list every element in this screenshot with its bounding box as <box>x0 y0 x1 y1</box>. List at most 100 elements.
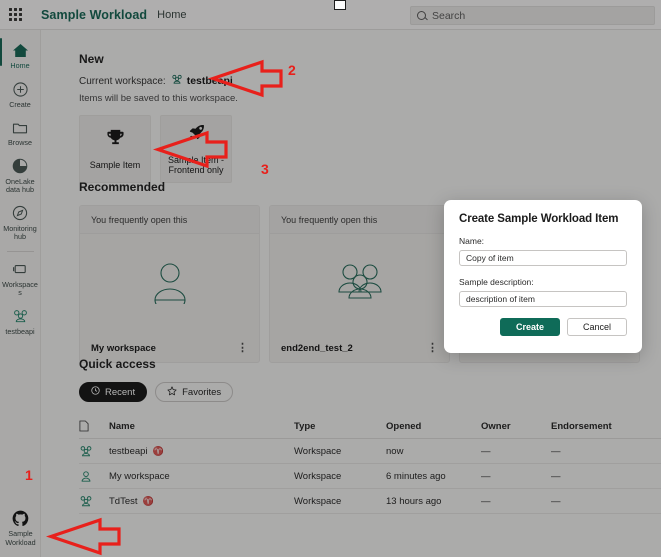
col-endorsement[interactable]: Endorsement <box>551 421 651 432</box>
recommended-card-header: You frequently open this <box>270 206 449 234</box>
create-sample-workload-item-dialog: Create Sample Workload Item Name: Sample… <box>444 200 642 353</box>
col-owner[interactable]: Owner <box>481 421 551 432</box>
github-icon <box>12 509 29 528</box>
table-cell-type: Workspace <box>294 445 342 457</box>
sample-item-frontend-only-card-label: Sample Item - Frontend only <box>167 154 225 176</box>
table-cell-owner: — <box>481 470 491 482</box>
name-field[interactable] <box>459 250 627 266</box>
clock-icon <box>91 386 100 398</box>
table-cell-endorsement: — <box>551 445 561 457</box>
brand-title[interactable]: Sample Workload <box>41 8 147 22</box>
sidebar-item-workspaces[interactable]: Workspaces <box>0 255 41 302</box>
table-cell-type: Workspace <box>294 470 342 482</box>
table-cell-type: Workspace <box>294 495 342 507</box>
sidebar-item-browse[interactable]: Browse <box>0 113 41 152</box>
app-launcher-icon[interactable] <box>0 0 30 30</box>
more-options-icon[interactable]: ⋮ <box>237 342 248 353</box>
rocket-icon <box>187 123 206 147</box>
name-field-label: Name: <box>459 236 485 246</box>
monitoring-icon <box>12 204 28 223</box>
sidebar-item-testbeapi[interactable]: testbeapi <box>0 302 41 341</box>
sidebar-item-onelake-data-hub[interactable]: OneLake data hub <box>0 152 41 199</box>
tab-favorites-label: Favorites <box>182 386 222 398</box>
current-workspace-line: Current workspace: testbeapi <box>79 74 238 88</box>
sidebar-bottom-sample-workload[interactable]: Sample Workload <box>0 504 41 551</box>
endorsement-badge-icon: ♈ <box>152 445 164 456</box>
current-workspace-label: Current workspace: <box>79 75 166 87</box>
table-cell-owner: — <box>481 445 491 457</box>
workspace-avatar-icon <box>79 470 109 483</box>
recommended-card-name[interactable]: My workspace <box>91 343 156 354</box>
tab-recent-label: Recent <box>105 386 136 398</box>
quick-access-tabs: Recent Favorites <box>79 382 661 402</box>
workspace-avatar-icon <box>79 495 109 508</box>
table-cell-owner: — <box>481 495 491 507</box>
search-placeholder: Search <box>432 9 466 22</box>
new-section-subtitle: Items will be saved to this workspace. <box>79 93 238 104</box>
workspace-avatar-icon <box>171 74 183 88</box>
sidebar-item-label: Monitoring hub <box>3 223 37 241</box>
file-type-icon <box>79 420 109 432</box>
app-root: Sample Workload Home Search Home Create <box>0 0 661 557</box>
current-workspace-name[interactable]: testbeapi <box>187 75 233 87</box>
sidebar-bottom: Sample Workload <box>0 504 41 551</box>
table-row[interactable]: TdTest ♈ Workspace 13 hours ago — — <box>79 489 661 514</box>
star-icon <box>167 385 177 399</box>
tab-favorites[interactable]: Favorites <box>155 382 234 402</box>
sidebar-item-monitoring-hub[interactable]: Monitoring hub <box>0 199 41 246</box>
recommended-card[interactable]: You frequently open this My workspace ⋮ <box>79 205 260 363</box>
sidebar-item-label: Create <box>9 99 31 109</box>
new-section-title: New <box>79 52 104 66</box>
recommended-card-art <box>80 234 259 334</box>
window-restore-button[interactable] <box>334 0 346 10</box>
table-cell-name[interactable]: testbeapi ♈ <box>109 446 294 457</box>
sample-item-frontend-only-card[interactable]: Sample Item - Frontend only <box>160 115 232 183</box>
quick-access-table: Name Type Opened Owner Endorsement testb… <box>79 414 661 514</box>
sidebar-item-create[interactable]: Create <box>0 75 41 114</box>
group-icon <box>334 260 386 309</box>
cancel-button[interactable]: Cancel <box>566 318 627 336</box>
table-cell-name[interactable]: My workspace <box>109 471 294 482</box>
description-field[interactable] <box>459 291 627 307</box>
plus-circle-icon <box>12 80 28 99</box>
sidebar-divider <box>6 250 34 252</box>
col-name[interactable]: Name <box>109 421 294 432</box>
more-options-icon[interactable]: ⋮ <box>427 342 438 353</box>
table-cell-endorsement: — <box>551 470 561 482</box>
workspaces-icon <box>12 260 28 279</box>
col-opened[interactable]: Opened <box>386 421 481 432</box>
sidebar-item-label: OneLake data hub <box>5 176 35 194</box>
table-row[interactable]: testbeapi ♈ Workspace now — — <box>79 439 661 464</box>
table-cell-endorsement: — <box>551 495 561 507</box>
tab-recent[interactable]: Recent <box>79 382 148 402</box>
create-button[interactable]: Create <box>499 318 560 336</box>
sidebar-item-label: Home <box>10 61 30 70</box>
search-bar[interactable]: Search <box>410 6 655 25</box>
row-name: testbeapi <box>109 445 148 457</box>
onelake-icon <box>12 157 28 176</box>
table-cell-opened: 13 hours ago <box>386 495 442 507</box>
home-icon <box>12 41 29 60</box>
recommended-card[interactable]: You frequently open this <box>269 205 450 363</box>
table-cell-name[interactable]: TdTest ♈ <box>109 496 294 507</box>
sidebar: Home Create Browse OneLake data hub Moni… <box>0 30 41 557</box>
row-name: My workspace <box>109 470 170 482</box>
table-header-row: Name Type Opened Owner Endorsement <box>79 414 661 439</box>
workspace-avatar-icon <box>79 445 109 458</box>
new-item-cards: Sample Item Sample Item - Frontend only <box>79 115 238 183</box>
row-name: TdTest <box>109 495 138 507</box>
table-row[interactable]: My workspace Workspace 6 minutes ago — — <box>79 464 661 489</box>
folder-icon <box>12 118 28 137</box>
dialog-title: Create Sample Workload Item <box>459 213 619 225</box>
sample-item-card-label: Sample Item <box>89 159 141 170</box>
recommended-card-name[interactable]: end2end_test_2 <box>281 343 353 354</box>
col-type[interactable]: Type <box>294 421 386 432</box>
sidebar-item-label: Browse <box>8 138 32 147</box>
sidebar-item-home[interactable]: Home <box>0 36 41 75</box>
description-field-label: Sample description: <box>459 277 534 287</box>
sample-item-card[interactable]: Sample Item <box>79 115 151 183</box>
table-cell-opened: now <box>386 445 404 457</box>
breadcrumb[interactable]: Home <box>157 9 186 21</box>
table-cell-opened: 6 minutes ago <box>386 470 446 482</box>
search-icon <box>417 11 426 20</box>
